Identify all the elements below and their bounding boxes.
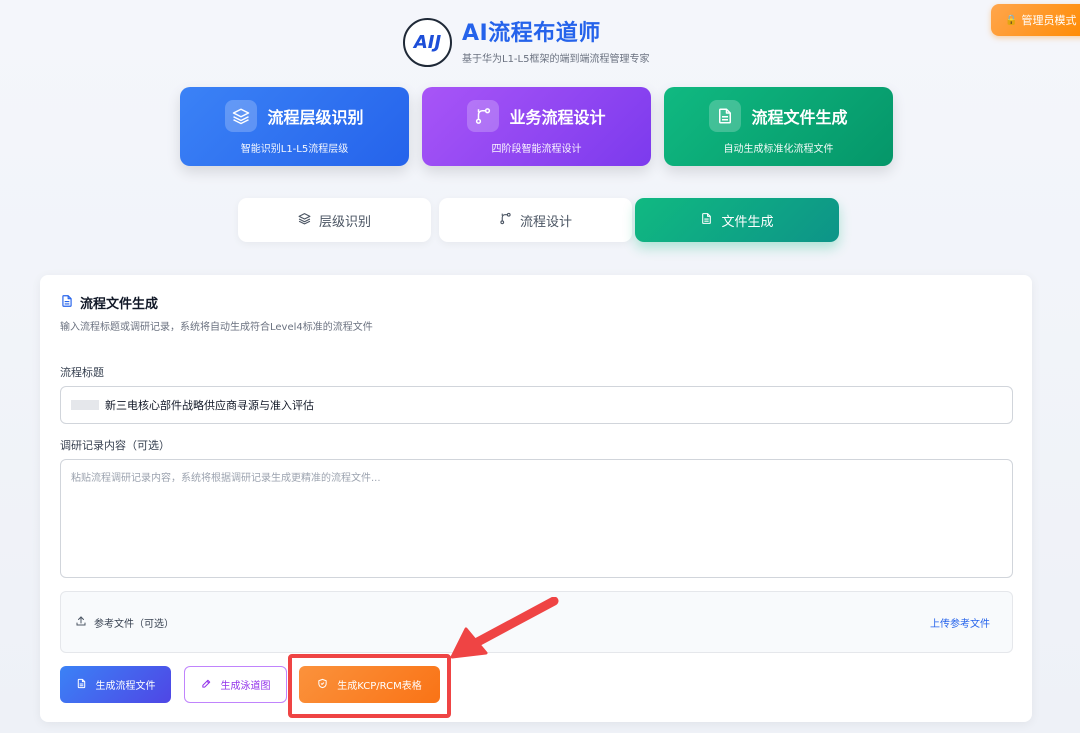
document-icon [709,100,742,132]
tab-label: 层级识别 [318,214,371,230]
panel-header: 流程文件生成 [60,293,158,312]
app-title: AI流程布道师 [462,21,601,46]
panel-title: 流程文件生成 [80,297,159,312]
research-content-label: 调研记录内容（可选） [60,439,170,452]
research-content-textarea[interactable]: 粘贴流程调研记录内容，系统将根据调研记录生成更精准的流程文件... [60,459,1013,578]
feature-card-title: 业务流程设计 [509,108,606,127]
panel-description: 输入流程标题或调研记录，系统将自动生成符合Level4标准的流程文件 [60,322,373,333]
feature-card-title: 流程文件生成 [751,108,848,127]
admin-mode-label: 管理员模式 [1021,14,1077,27]
tab-design[interactable]: 流程设计 [439,198,632,242]
generate-swimlane-button[interactable]: 生成泳道图 [184,666,287,703]
admin-icon: 🔒 [1005,14,1018,26]
feature-card-title: 流程层级识别 [267,108,364,127]
generate-swimlane-label: 生成泳道图 [220,681,271,692]
feature-card-desc: 四阶段智能流程设计 [491,144,582,155]
layers-icon [225,100,258,132]
layers-icon [298,212,311,229]
app-subtitle: 基于华为L1-L5框架的端到端流程管理专家 [462,54,650,65]
feature-card-design[interactable]: 业务流程设计 四阶段智能流程设计 [422,87,651,166]
feature-card-hierarchy[interactable]: 流程层级识别 智能识别L1-L5流程层级 [180,87,409,166]
document-icon [60,293,74,312]
tab-label: 流程设计 [519,214,572,230]
document-icon [700,212,713,229]
generate-doc-label: 生成流程文件 [95,681,156,692]
feature-card-desc: 自动生成标准化流程文件 [723,144,834,155]
git-branch-icon [499,212,512,229]
annotation-arrow [450,597,559,659]
document-icon [76,678,87,692]
upload-label-group: 参考文件（可选） [75,615,174,630]
generate-doc-button[interactable]: 生成流程文件 [60,666,171,703]
tab-hierarchy[interactable]: 层级识别 [238,198,431,242]
app-title-group: AI流程布道师 基于华为L1-L5框架的端到端流程管理专家 [462,20,649,65]
highlight-annotation [288,654,451,718]
pen-icon [201,678,212,692]
admin-mode-button[interactable]: 🔒 管理员模式 [991,4,1080,36]
upload-icon [75,615,87,630]
git-branch-icon [467,100,500,132]
process-title-input[interactable]: 新三电核心部件战略供应商寻源与准入评估 [60,386,1013,424]
tab-file-generation[interactable]: 文件生成 [635,198,839,242]
app-header: AIJ AI流程布道师 基于华为L1-L5框架的端到端流程管理专家 [403,18,649,67]
process-title-label: 流程标题 [60,366,104,379]
feature-card-desc: 智能识别L1-L5流程层级 [240,144,349,155]
process-title-value: 新三电核心部件战略供应商寻源与准入评估 [105,399,314,412]
feature-card-file[interactable]: 流程文件生成 自动生成标准化流程文件 [664,87,893,166]
tab-label: 文件生成 [721,214,774,230]
app-logo: AIJ [403,18,452,67]
redacted-text [71,400,99,410]
upload-reference-link[interactable]: 上传参考文件 [930,615,990,630]
upload-label: 参考文件（可选） [94,618,174,630]
